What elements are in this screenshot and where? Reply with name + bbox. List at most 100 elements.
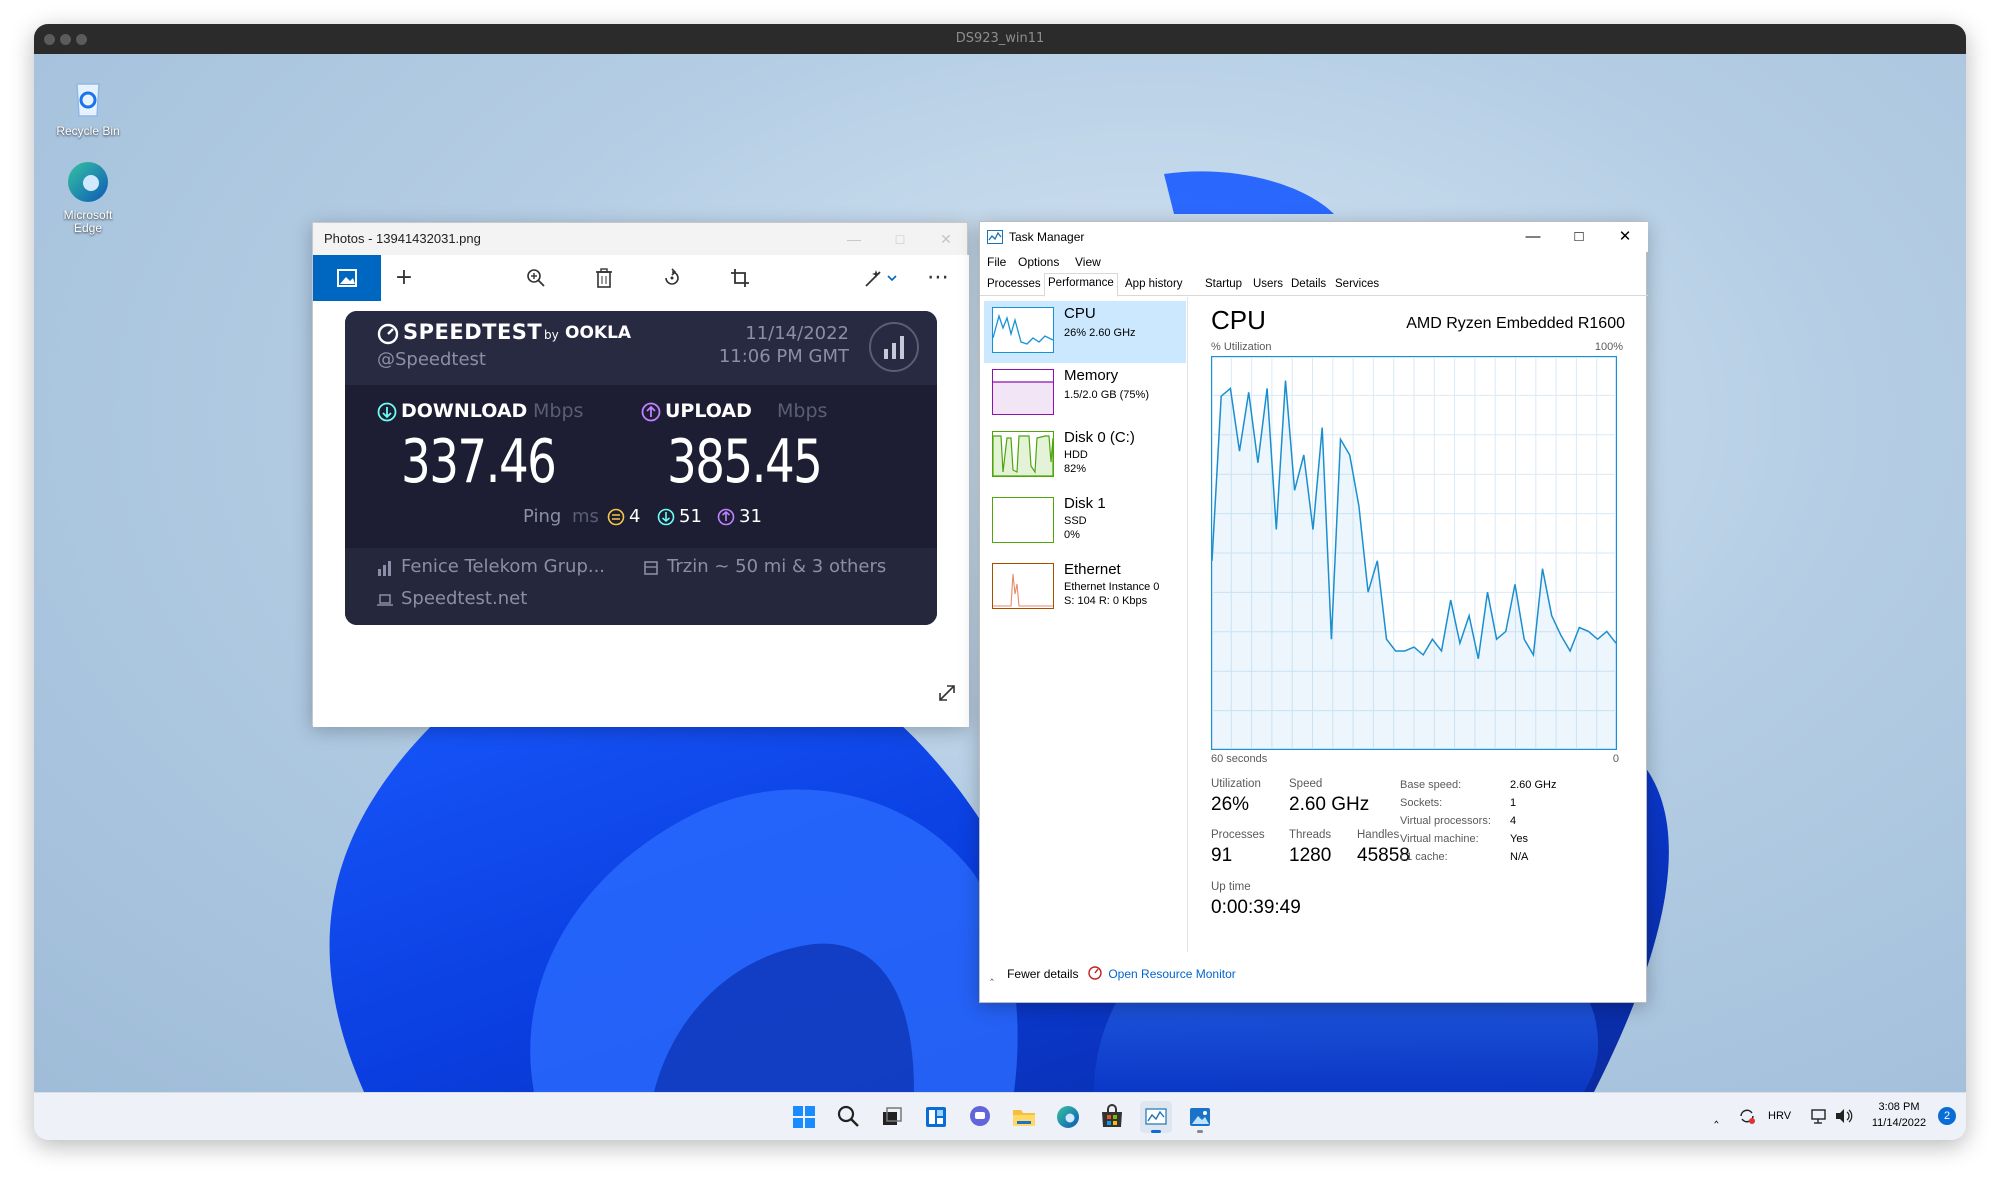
spec-key: Sockets:	[1400, 797, 1443, 809]
download-icon	[377, 402, 397, 422]
tab-services[interactable]: Services	[1332, 275, 1382, 296]
spec-value: N/A	[1510, 851, 1529, 863]
rotate-icon	[665, 268, 679, 285]
edge-icon	[1057, 1106, 1079, 1128]
start-button[interactable]	[788, 1101, 820, 1133]
speed-label: Speed	[1289, 778, 1323, 790]
minimize-traffic-light[interactable]	[60, 34, 71, 45]
task-manager-titlebar[interactable]: Task Manager — □ ✕	[980, 222, 1648, 252]
ping-download-value: 51	[679, 506, 702, 527]
sync-status-icon[interactable]	[1738, 1107, 1756, 1125]
download-value: 337.46	[401, 427, 557, 497]
memory-mini-graph	[992, 369, 1054, 415]
view-image-button[interactable]	[313, 255, 381, 301]
desktop-icon-label: Recycle Bin	[56, 124, 120, 138]
processes-label: Processes	[1211, 829, 1265, 841]
store-button[interactable]	[1096, 1101, 1128, 1133]
ping-idle-value: 4	[629, 506, 641, 527]
resource-detail: SSD	[1064, 515, 1087, 527]
chevron-up-icon[interactable]: ‸	[1714, 1107, 1719, 1124]
resource-item-cpu[interactable]: CPU 26% 2.60 GHz	[984, 301, 1186, 363]
open-resource-monitor-link[interactable]: Open Resource Monitor	[1088, 966, 1236, 981]
task-manager-taskbar-button[interactable]	[1140, 1101, 1172, 1133]
photo-canvas: SPEEDTEST by OOKLA @Speedtest 11/14/2022…	[313, 301, 969, 727]
clock-time[interactable]: 3:08 PM	[1864, 1101, 1934, 1113]
more-button[interactable]: ⋯	[915, 255, 961, 301]
ping-upload-icon	[717, 508, 735, 526]
fewer-details-label: Fewer details	[1007, 967, 1079, 981]
desktop-icon-edge[interactable]: Microsoft Edge	[48, 158, 128, 235]
speedtest-handle: @Speedtest	[377, 349, 486, 370]
photos-titlebar[interactable]: Photos - 13941432031.png — □ ✕	[313, 223, 967, 255]
resource-item-memory[interactable]: Memory 1.5/2.0 GB (75%)	[984, 363, 1186, 425]
vm-titlebar[interactable]: DS923_win11	[34, 24, 1966, 54]
add-button[interactable]: +	[381, 255, 427, 301]
photos-title: Photos - 13941432031.png	[324, 231, 481, 246]
close-traffic-light[interactable]	[44, 34, 55, 45]
file-explorer-button[interactable]	[1008, 1101, 1040, 1133]
network-icon[interactable]	[1810, 1107, 1828, 1125]
spec-key: Virtual processors:	[1400, 815, 1491, 827]
widgets-icon	[926, 1107, 946, 1127]
edit-button[interactable]	[853, 255, 909, 301]
ping-download-icon	[657, 508, 675, 526]
open-resource-monitor-label: Open Resource Monitor	[1108, 967, 1236, 981]
search-button[interactable]	[832, 1101, 864, 1133]
volume-icon[interactable]	[1834, 1107, 1854, 1125]
resource-item-disk-1[interactable]: Disk 1 SSD 0%	[984, 491, 1186, 553]
tab-processes[interactable]: Processes	[984, 275, 1044, 296]
spec-value: 4	[1510, 815, 1517, 827]
desktop-icon-recycle-bin[interactable]: Recycle Bin	[48, 74, 128, 138]
resource-item-disk-0[interactable]: Disk 0 (C:) HDD 82%	[984, 425, 1186, 487]
maximize-button[interactable]: □	[1556, 222, 1602, 252]
close-button[interactable]: ✕	[1602, 222, 1648, 252]
ping-unit: ms	[572, 506, 599, 527]
task-view-icon	[883, 1107, 902, 1125]
tab-performance[interactable]: Performance	[1044, 273, 1118, 297]
tab-details[interactable]: Details	[1288, 275, 1329, 296]
tab-startup[interactable]: Startup	[1202, 275, 1245, 296]
minimize-button[interactable]: —	[831, 223, 877, 255]
minimize-button[interactable]: —	[1510, 222, 1556, 252]
resource-item-ethernet[interactable]: Ethernet Ethernet Instance 0 S: 104 R: 0…	[984, 557, 1186, 619]
result-date: 11/14/2022	[745, 323, 849, 344]
speedtest-footer: Fenice Telekom Grup... Trzin ~ 50 mi & 3…	[345, 548, 937, 625]
notification-badge[interactable]: 2	[1938, 1107, 1956, 1125]
input-language[interactable]: HRV	[1768, 1110, 1791, 1122]
photos-taskbar-button[interactable]	[1184, 1101, 1216, 1133]
speedtest-by: by	[544, 328, 559, 342]
fewer-details-toggle[interactable]: ‸ Fewer details	[990, 967, 1078, 981]
widgets-button[interactable]	[920, 1101, 952, 1133]
close-button[interactable]: ✕	[923, 223, 969, 255]
speedtest-site: Speedtest.net	[401, 588, 528, 609]
crop-button[interactable]	[717, 255, 763, 301]
menu-options[interactable]: Options	[1018, 255, 1059, 269]
menu-file[interactable]: File	[987, 255, 1006, 269]
task-view-button[interactable]	[876, 1101, 908, 1133]
menu-view[interactable]: View	[1075, 255, 1101, 269]
edge-button[interactable]	[1052, 1101, 1084, 1133]
processes-value: 91	[1211, 845, 1233, 866]
crop-icon	[731, 269, 749, 287]
chat-button[interactable]	[964, 1101, 996, 1133]
recycle-bin-icon	[64, 74, 112, 122]
tab-app-history[interactable]: App history	[1122, 275, 1186, 296]
ping-label: Ping	[523, 506, 562, 527]
maximize-button[interactable]: □	[877, 223, 923, 255]
speedtest-gauge-icon	[377, 323, 399, 345]
expand-icon[interactable]	[937, 683, 957, 703]
tab-users[interactable]: Users	[1250, 275, 1286, 296]
delete-button[interactable]	[581, 255, 627, 301]
axis-max-label: 100%	[1594, 341, 1623, 353]
speedtest-brand: SPEEDTEST	[403, 320, 543, 344]
zoom-traffic-light[interactable]	[76, 34, 87, 45]
upload-label: UPLOAD	[665, 400, 752, 422]
laptop-icon	[377, 594, 393, 606]
uptime-label: Up time	[1211, 881, 1251, 893]
zoom-button[interactable]	[513, 255, 559, 301]
ethernet-mini-graph	[992, 563, 1054, 609]
resource-monitor-icon	[1088, 966, 1102, 980]
rotate-button[interactable]	[649, 255, 695, 301]
disk0-mini-graph	[992, 431, 1054, 477]
clock-date[interactable]: 11/14/2022	[1864, 1117, 1934, 1129]
